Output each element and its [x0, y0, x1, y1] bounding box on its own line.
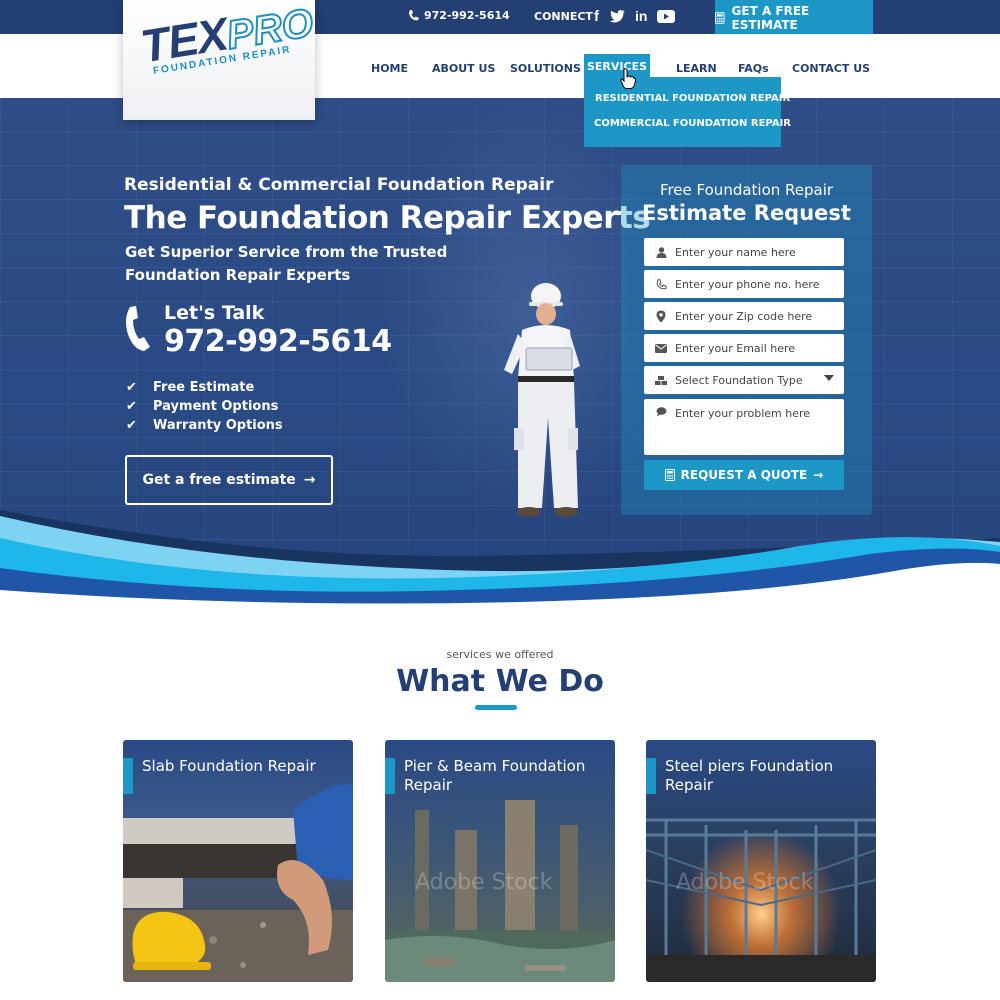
- phone-icon: [409, 10, 419, 21]
- phone-input[interactable]: Enter your phone no. here: [644, 270, 844, 298]
- arrow-right-icon: →: [303, 472, 316, 488]
- dropdown-residential[interactable]: RESIDENTIAL FOUNDATION REPAIR: [595, 93, 790, 104]
- twitter-icon[interactable]: [609, 8, 625, 24]
- hand-cursor-icon: [620, 68, 636, 89]
- phone-placeholder: Enter your phone no. here: [675, 277, 820, 291]
- card-accent: [385, 758, 395, 794]
- estimate-request-form: Free Foundation Repair Estimate Request …: [621, 165, 872, 515]
- check-icon: ✔: [126, 399, 137, 414]
- card-accent: [123, 758, 133, 794]
- envelope-icon: [655, 343, 667, 353]
- check-icon: ✔: [126, 380, 137, 395]
- nav-home[interactable]: HOME: [371, 62, 408, 75]
- nav-contact-us[interactable]: CONTACT US: [792, 62, 870, 75]
- phone-icon: [126, 306, 150, 351]
- hero-kicker: Residential & Commercial Foundation Repa…: [124, 175, 554, 195]
- chevron-down-icon: [824, 375, 834, 381]
- worker-illustration: [504, 283, 580, 517]
- youtube-icon[interactable]: [657, 8, 676, 24]
- calculator-icon: [664, 469, 675, 481]
- request-quote-button[interactable]: REQUEST A QUOTE →: [644, 460, 844, 490]
- facebook-icon[interactable]: f: [594, 8, 599, 25]
- adobe-stock-watermark: Adobe Stock: [676, 870, 814, 895]
- service-card-steel-piers[interactable]: Adobe Stock Steel piers Foundation Repai…: [646, 740, 876, 982]
- name-input[interactable]: Enter your name here: [644, 238, 844, 266]
- benefit-label: Warranty Options: [153, 418, 283, 433]
- problem-placeholder: Enter your problem here: [675, 407, 811, 420]
- foundation-type-value: Select Foundation Type: [675, 373, 803, 387]
- form-title-line2: Estimate Request: [642, 201, 851, 225]
- nav-about-us[interactable]: ABOUT US: [432, 62, 495, 75]
- linkedin-icon[interactable]: in: [635, 8, 647, 24]
- dropdown-commercial[interactable]: COMMERCIAL FOUNDATION REPAIR: [594, 118, 791, 129]
- get-free-estimate-button[interactable]: Get a free estimate →: [125, 455, 333, 505]
- problem-textarea[interactable]: Enter your problem here: [644, 399, 844, 455]
- request-quote-label: REQUEST A QUOTE: [680, 468, 808, 482]
- nav-learn[interactable]: LEARN: [676, 62, 717, 75]
- top-phone-link[interactable]: 972-992-5614: [408, 9, 510, 22]
- services-kicker: services we offered: [446, 648, 554, 661]
- hero-phone-number[interactable]: 972-992-5614: [164, 324, 392, 359]
- check-icon: ✔: [126, 418, 137, 433]
- top-phone-text: 972-992-5614: [424, 9, 510, 22]
- arrow-right-icon: →: [813, 468, 824, 482]
- logo-wordmark: TEXPRO FOUNDATION REPAIR: [137, 0, 317, 78]
- benefit-item: ✔ Warranty Options: [126, 416, 283, 435]
- chat-bubble-icon: [655, 407, 667, 417]
- hero-subtitle: Get Superior Service from the Trusted Fo…: [125, 243, 448, 284]
- title-underline: [475, 705, 517, 710]
- service-card-pier-beam[interactable]: Adobe Stock Pier & Beam Foundation Repai…: [385, 740, 615, 982]
- benefits-list: ✔ Free Estimate ✔ Payment Options ✔ Warrant…: [126, 378, 283, 435]
- bricks-icon: [655, 375, 667, 385]
- connect-label: CONNECT: [534, 10, 593, 23]
- email-placeholder: Enter your Email here: [675, 341, 796, 355]
- zip-input[interactable]: Enter your Zip code here: [644, 302, 844, 330]
- user-icon: [655, 246, 667, 258]
- benefit-item: ✔ Free Estimate: [126, 378, 283, 397]
- calculator-icon: [715, 11, 725, 24]
- service-card-title: Pier & Beam Foundation Repair: [404, 757, 586, 794]
- social-links: f in: [594, 8, 676, 25]
- cta-label: Get a free estimate: [142, 472, 296, 488]
- foundation-type-select[interactable]: Select Foundation Type: [644, 366, 844, 394]
- logo[interactable]: TEXPRO FOUNDATION REPAIR: [123, 0, 317, 120]
- nav-faqs[interactable]: FAQs: [738, 62, 769, 75]
- service-card-slab[interactable]: Slab Foundation Repair: [123, 740, 353, 982]
- email-input[interactable]: Enter your Email here: [644, 334, 844, 362]
- card-accent: [646, 758, 656, 794]
- service-card-title: Steel piers Foundation Repair: [665, 757, 834, 794]
- lets-talk-label: Let's Talk: [164, 302, 265, 324]
- services-title: What We Do: [396, 664, 604, 699]
- benefit-label: Free Estimate: [153, 380, 255, 395]
- benefit-item: ✔ Payment Options: [126, 397, 283, 416]
- phone-icon: [655, 278, 667, 290]
- hero-title: The Foundation Repair Experts: [124, 200, 651, 236]
- location-pin-icon: [655, 310, 667, 323]
- name-placeholder: Enter your name here: [675, 245, 796, 259]
- services-dropdown: RESIDENTIAL FOUNDATION REPAIR COMMERCIAL…: [584, 77, 791, 147]
- service-card-title: Slab Foundation Repair: [142, 757, 316, 775]
- zip-placeholder: Enter your Zip code here: [675, 309, 813, 323]
- free-estimate-label: GET A FREE ESTIMATE: [731, 3, 810, 32]
- adobe-stock-watermark: Adobe Stock: [415, 870, 553, 895]
- slab-repair-photo: [123, 740, 353, 982]
- free-estimate-button[interactable]: GET A FREE ESTIMATE: [715, 0, 873, 35]
- nav-services[interactable]: SERVICES: [584, 54, 650, 78]
- form-title-line1: Free Foundation Repair: [659, 181, 834, 199]
- benefit-label: Payment Options: [153, 399, 279, 414]
- nav-solutions[interactable]: SOLUTIONS: [510, 62, 581, 75]
